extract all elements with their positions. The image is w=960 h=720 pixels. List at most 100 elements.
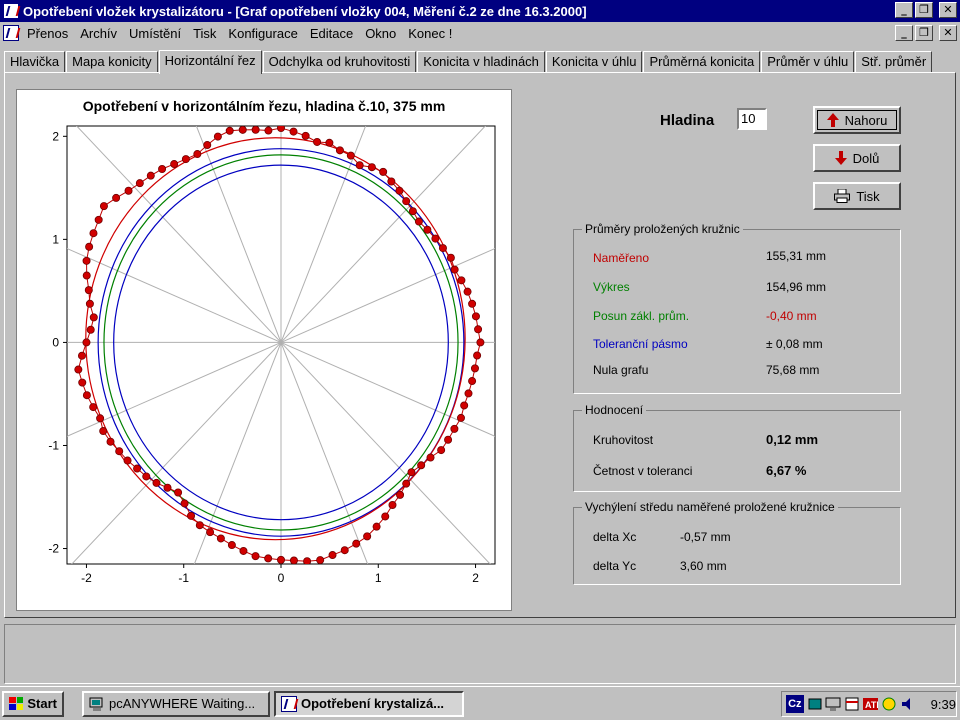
document-icon[interactable] (3, 25, 19, 41)
hladina-input[interactable]: 10 (737, 108, 767, 130)
task-pcanywhere[interactable]: pcANYWHERE Waiting... (82, 690, 270, 717)
menu-okno[interactable]: Okno (359, 26, 402, 41)
measured-point (402, 479, 411, 488)
measured-point (340, 546, 349, 555)
measured-point (460, 401, 469, 410)
start-label: Start (27, 696, 57, 711)
measured-point (181, 155, 190, 164)
tab-str-prumer[interactable]: Stř. průměr (855, 51, 933, 73)
down-button[interactable]: Dolů (813, 144, 901, 172)
mdi-minimize-button[interactable]: _ (895, 25, 913, 41)
measured-point (78, 378, 87, 387)
antivirus-icon[interactable] (881, 696, 897, 712)
close-button[interactable]: ✕ (939, 2, 957, 18)
minimize-button[interactable]: _ (895, 2, 913, 18)
measured-point (471, 312, 480, 321)
scheduler-icon[interactable] (844, 696, 860, 712)
measured-point (456, 413, 465, 422)
measured-point (142, 472, 151, 481)
measured-point (225, 126, 234, 135)
graph-zero-value: 75,68 mm (766, 363, 820, 377)
drawing-value: 154,96 mm (766, 280, 827, 294)
x-tick-label: 2 (472, 571, 479, 585)
measured-point (158, 165, 167, 174)
app-icon[interactable] (3, 3, 19, 19)
tab-mapa-konicity[interactable]: Mapa konicity (66, 51, 158, 73)
x-tick-label: -1 (178, 571, 189, 585)
tab-prumerna-konicita[interactable]: Průměrná konicita (643, 51, 761, 73)
measured-point (216, 534, 225, 543)
monitor-icon[interactable] (825, 696, 841, 712)
measured-point (251, 126, 260, 134)
measured-point (170, 160, 179, 169)
measured-point (437, 446, 446, 455)
tolerance-label: Toleranční pásmo (593, 337, 688, 351)
measured-point (213, 132, 222, 141)
measured-point (203, 141, 212, 150)
menu-prenos[interactable]: Přenos (21, 26, 74, 41)
ati-icon[interactable]: ATI (862, 696, 879, 712)
measured-point (238, 126, 247, 134)
taskbar: Start pcANYWHERE Waiting... Opotřebení k… (0, 686, 960, 720)
measured-label: Naměřeno (593, 251, 650, 265)
menu-konec[interactable]: Konec ! (402, 26, 458, 41)
network-icon[interactable] (807, 696, 823, 712)
hladina-label: Hladina (660, 112, 715, 129)
x-tick-label: -2 (81, 571, 92, 585)
measured-point (77, 351, 86, 360)
task-opotrebeni-label: Opotřebení krystalizá... (301, 696, 445, 711)
tab-horizontalni-rez[interactable]: Horizontální řez (158, 50, 262, 74)
measured-point (82, 256, 91, 265)
tolerance-frequency-label: Četnost v toleranci (593, 464, 693, 478)
measured-point (106, 437, 115, 446)
task-opotrebeni[interactable]: Opotřebení krystalizá... (274, 690, 464, 717)
measured-point (135, 179, 144, 188)
measured-point (82, 271, 91, 280)
mdi-close-button[interactable]: ✕ (939, 25, 957, 41)
measured-point (335, 146, 344, 155)
language-indicator[interactable]: Cz (786, 695, 804, 713)
measured-point (123, 456, 132, 465)
tab-konicita-v-hladinach[interactable]: Konicita v hladinách (417, 51, 545, 73)
tab-konicita-v-uhlu[interactable]: Konicita v úhlu (545, 51, 643, 73)
measured-point (470, 364, 479, 373)
print-button[interactable]: Tisk (813, 182, 901, 210)
start-button[interactable]: Start (2, 690, 64, 717)
task-app-icon (281, 695, 297, 712)
measured-point (316, 556, 325, 564)
menu-tisk[interactable]: Tisk (187, 26, 222, 41)
measured-point (174, 488, 183, 497)
measured-point (387, 177, 396, 186)
menu-editace[interactable]: Editace (304, 26, 359, 41)
x-tick-label: 1 (375, 571, 382, 585)
measured-point (89, 313, 98, 322)
maximize-button[interactable]: ❐ (915, 2, 933, 18)
y-tick-label: 2 (52, 129, 59, 143)
measured-point (264, 554, 273, 563)
measured-point (251, 552, 260, 561)
tab-prumer-v-uhlu[interactable]: Průměr v úhlu (761, 51, 855, 73)
measured-point (180, 499, 189, 508)
measured-point (468, 377, 477, 386)
svg-text:ATI: ATI (865, 700, 879, 710)
measured-point (379, 167, 388, 176)
measured-point (303, 557, 312, 564)
menu-umisteni[interactable]: Umístění (123, 26, 187, 41)
tab-odchylka-od-kruhovitosti[interactable]: Odchylka od kruhovitosti (262, 51, 417, 73)
up-button[interactable]: Nahoru (813, 106, 901, 134)
printer-icon (834, 189, 851, 203)
delta-yc-label: delta Yc (593, 559, 637, 573)
mdi-restore-button[interactable]: ❐ (915, 25, 933, 41)
speaker-icon[interactable] (900, 696, 916, 712)
measured-point (187, 511, 196, 520)
system-tray: Cz ATI 9:39 (781, 691, 957, 717)
tab-hlavicka[interactable]: Hlavička (4, 51, 66, 73)
diameters-legend: Průměry proložených kružnic (582, 222, 743, 236)
menu-archiv[interactable]: Archív (74, 26, 123, 41)
measured-point (474, 325, 483, 334)
clock[interactable]: 9:39 (931, 697, 956, 712)
tolerance-frequency-value: 6,67 % (766, 463, 807, 478)
measured-point (289, 556, 298, 564)
menu-konfigurace[interactable]: Konfigurace (222, 26, 303, 41)
measured-point (355, 161, 364, 170)
